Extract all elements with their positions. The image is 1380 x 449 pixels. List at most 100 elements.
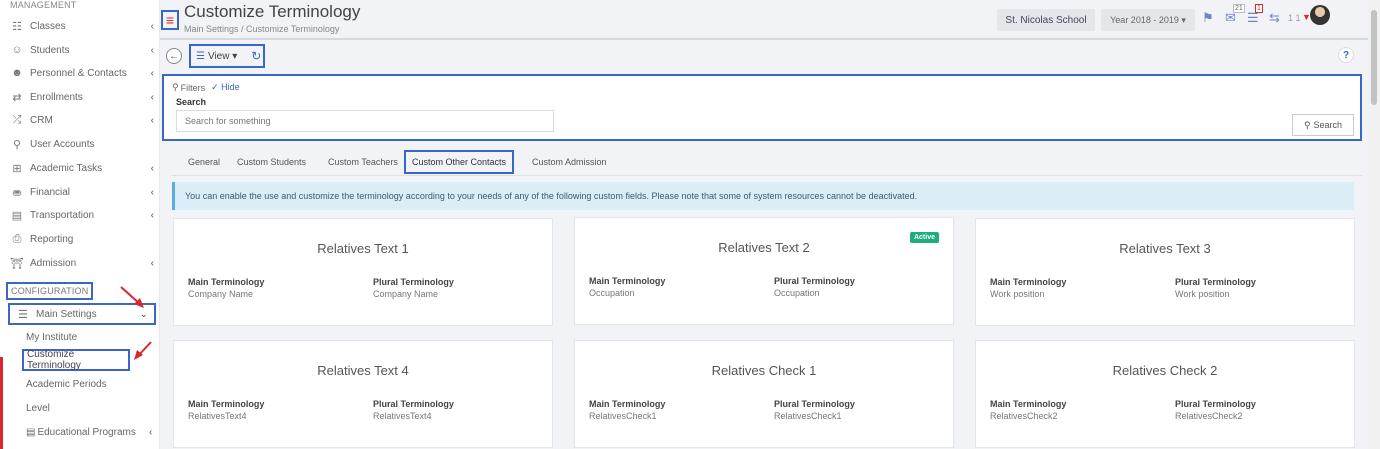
- scrollbar-thumb[interactable]: [1371, 10, 1377, 105]
- sidebar-item-label: Main Settings: [36, 308, 97, 320]
- main-terminology-label: Main Terminology: [188, 277, 265, 287]
- annotation-arrow: [134, 341, 152, 360]
- refresh-icon[interactable]: ↻: [251, 49, 261, 63]
- sidebar-item-financial[interactable]: ⛂ Financial ‹: [0, 180, 159, 204]
- tab-general[interactable]: General: [182, 150, 226, 174]
- search-input[interactable]: [176, 110, 554, 132]
- help-button[interactable]: ?: [1338, 47, 1354, 63]
- chevron-left-icon: ‹: [150, 209, 154, 221]
- main-terminology: Main Terminology Company Name: [188, 277, 264, 299]
- card-title: Relatives Check 1: [711, 363, 817, 378]
- plural-terminology-value: Company Name: [373, 289, 439, 299]
- sidebar-item-user-accounts[interactable]: ⚲ User Accounts: [0, 132, 159, 156]
- alerts-badge: 1: [1255, 4, 1263, 13]
- arrow-left-icon: ←: [169, 50, 179, 62]
- sidebar-item-students[interactable]: ☺ Students ‹: [0, 38, 159, 62]
- sidebar-item-label: Academic Tasks: [30, 162, 103, 174]
- configuration-section-title: CONFIGURATION: [6, 282, 94, 300]
- sidebar-item-transportation[interactable]: ▤ Transportation ‹: [0, 203, 159, 227]
- main-terminology: Main Terminology Occupation: [589, 276, 665, 298]
- sidebar-item-label: Enrollments: [30, 91, 83, 103]
- chevron-left-icon: ‹: [150, 162, 154, 174]
- page-title: Customize Terminology: [184, 2, 361, 21]
- search-button[interactable]: ⚲ Search: [1292, 114, 1354, 136]
- tab-custom-teachers[interactable]: Custom Teachers: [322, 150, 404, 174]
- sidebar-item-label: Financial: [30, 186, 71, 198]
- chevron-left-icon: ‹: [150, 67, 154, 79]
- sidebar-item-academic-tasks[interactable]: ⊞ Academic Tasks ‹: [0, 156, 159, 180]
- terminology-card[interactable]: Relatives Text 3 Main Terminology Work p…: [975, 218, 1355, 326]
- connections-icon[interactable]: ⇆: [1269, 9, 1280, 27]
- view-dropdown-button[interactable]: ☰ View ▾: [196, 51, 237, 62]
- card-title: Relatives Text 3: [1119, 241, 1211, 256]
- hide-filters-link[interactable]: ✓ Hide: [211, 82, 240, 93]
- main-terminology-value: Work position: [990, 289, 1045, 299]
- terminology-card[interactable]: Relatives Check 1 Main Terminology Relat…: [574, 340, 954, 448]
- sidebar-item-label: Students: [30, 44, 70, 56]
- plural-terminology: Plural Terminology RelativesCheck2: [1175, 399, 1256, 421]
- main-terminology: Main Terminology RelativesCheck1: [589, 399, 665, 421]
- sidebar-item-admission[interactable]: ⛩ Admission ‹: [0, 251, 159, 275]
- enrollments-icon: ⇄: [12, 91, 22, 104]
- sub-item-educational-programs[interactable]: ▤ Educational Programs ‹: [26, 421, 156, 443]
- search-icon: ⚲: [1303, 119, 1311, 130]
- terminology-card[interactable]: Relatives Text 4 Main Terminology Relati…: [173, 340, 553, 448]
- sidebar-item-crm[interactable]: ⤮ CRM ‹: [0, 108, 159, 132]
- tab-custom-admission[interactable]: Custom Admission: [526, 150, 613, 174]
- sub-item-academic-periods[interactable]: Academic Periods: [26, 373, 107, 395]
- plural-terminology-label: Plural Terminology: [774, 399, 855, 409]
- sidebar-item-personnel[interactable]: ☻ Personnel & Contacts ‹: [0, 61, 159, 85]
- sub-item-customize-terminology[interactable]: Customize Terminology: [22, 349, 130, 371]
- plural-terminology: Plural Terminology Work position: [1175, 277, 1256, 299]
- plural-terminology-label: Plural Terminology: [774, 276, 855, 286]
- back-button[interactable]: ←: [166, 48, 182, 64]
- avatar[interactable]: [1310, 5, 1330, 25]
- filters-title: Filters: [180, 82, 206, 93]
- sidebar-item-label: CRM: [30, 114, 53, 126]
- status-badge: Active: [909, 232, 939, 243]
- main-terminology-label: Main Terminology: [589, 276, 666, 286]
- sidebar-item-label: Admission: [30, 257, 77, 269]
- sub-item-level[interactable]: Level: [26, 397, 50, 419]
- messages-icon[interactable]: ✉ 21: [1225, 4, 1245, 27]
- view-label: View ▾: [207, 50, 238, 62]
- card-title: Relatives Text 4: [317, 363, 409, 378]
- search-button-label: Search: [1313, 120, 1343, 130]
- tab-custom-other-contacts[interactable]: Custom Other Contacts: [404, 150, 515, 174]
- menu-toggle-button[interactable]: ≡: [161, 10, 179, 30]
- plural-terminology-value: RelativesCheck2: [1175, 411, 1243, 421]
- grid-icon: ⊞: [12, 162, 22, 175]
- sliders-icon: ☰: [18, 308, 28, 321]
- bus-icon: ▤: [11, 209, 23, 222]
- breadcrumb: Main Settings / Customize Terminology: [184, 24, 340, 34]
- plural-terminology-value: Work position: [1175, 289, 1230, 299]
- main-terminology: Main Terminology Work position: [990, 277, 1066, 299]
- plural-terminology-label: Plural Terminology: [1175, 277, 1256, 287]
- scrollbar[interactable]: [1368, 0, 1380, 449]
- sidebar-item-label: Personnel & Contacts: [30, 67, 127, 79]
- sidebar-item-enrollments[interactable]: ⇄ Enrollments ‹: [0, 85, 159, 109]
- terminology-card[interactable]: Relatives Text 1 Main Terminology Compan…: [173, 218, 553, 326]
- sidebar-item-label: User Accounts: [30, 138, 95, 150]
- tab-custom-students[interactable]: Custom Students: [231, 150, 312, 174]
- terminology-card[interactable]: Relatives Check 2 Main Terminology Relat…: [975, 340, 1355, 448]
- main-terminology: Main Terminology RelativesText4: [188, 399, 264, 421]
- hide-filters-label: Hide: [221, 82, 240, 92]
- alerts-icon[interactable]: ☰ 1: [1247, 4, 1263, 27]
- chevron-left-icon: ‹: [150, 114, 154, 126]
- list-icon: ▤: [26, 426, 36, 438]
- main-terminology-value: Company Name: [188, 289, 254, 299]
- sub-item-my-institute[interactable]: My Institute: [26, 326, 77, 348]
- sidebar-item-classes[interactable]: ☷ Classes ‹: [0, 14, 159, 38]
- sidebar-item-reporting[interactable]: ⎙ Reporting: [0, 227, 159, 251]
- flag-icon[interactable]: ⚑: [1202, 9, 1214, 27]
- chevron-left-icon: ‹: [150, 20, 154, 32]
- terminology-card[interactable]: Relatives Text 2 Active Main Terminology…: [574, 217, 954, 325]
- school-selector-button[interactable]: St. Nicolas School: [997, 9, 1095, 31]
- main-terminology-value: RelativesText4: [188, 411, 247, 421]
- main-terminology-label: Main Terminology: [990, 399, 1067, 409]
- plural-terminology: Plural Terminology RelativesText4: [373, 399, 454, 421]
- sidebar-item-label: Transportation: [30, 209, 95, 221]
- year-selector-button[interactable]: Year 2018 - 2019 ▾: [1101, 9, 1195, 31]
- main-terminology-value: Occupation: [589, 288, 635, 298]
